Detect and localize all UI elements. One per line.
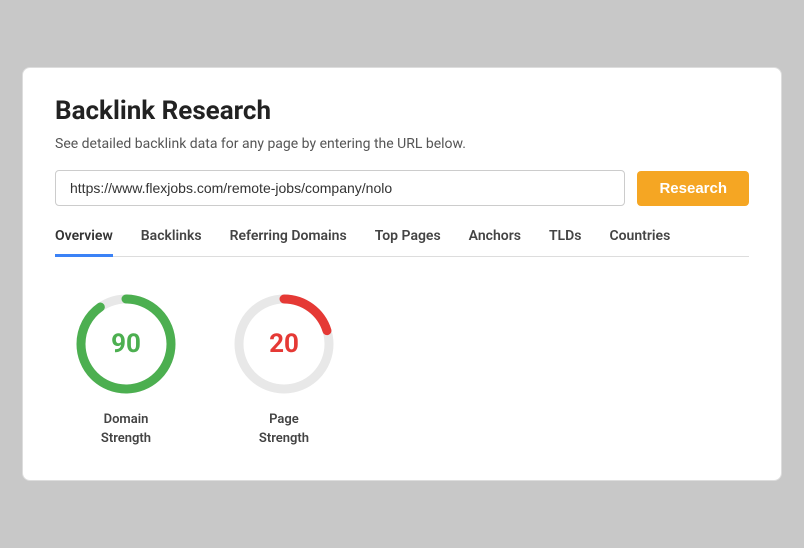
tab-referring-domains[interactable]: Referring Domains bbox=[230, 228, 347, 257]
tab-countries[interactable]: Countries bbox=[609, 228, 670, 257]
tab-top-pages[interactable]: Top Pages bbox=[375, 228, 441, 257]
domain-strength-circle: 90 bbox=[71, 289, 181, 399]
tab-overview[interactable]: Overview bbox=[55, 228, 113, 257]
page-strength-circle: 20 bbox=[229, 289, 339, 399]
page-strength-metric: 20 Page Strength bbox=[229, 289, 339, 447]
tabs-nav: Overview Backlinks Referring Domains Top… bbox=[55, 228, 749, 257]
subtitle: See detailed backlink data for any page … bbox=[55, 136, 749, 152]
page-title: Backlink Research bbox=[55, 96, 749, 126]
tab-anchors[interactable]: Anchors bbox=[469, 228, 521, 257]
url-row: Research bbox=[55, 170, 749, 206]
metrics-row: 90 Domain Strength 20 Page Strength bbox=[55, 289, 749, 447]
domain-strength-metric: 90 Domain Strength bbox=[71, 289, 181, 447]
page-strength-label: Page Strength bbox=[259, 411, 309, 447]
main-card: Backlink Research See detailed backlink … bbox=[22, 67, 782, 480]
domain-strength-label: Domain Strength bbox=[101, 411, 151, 447]
page-strength-value: 20 bbox=[269, 329, 299, 359]
research-button[interactable]: Research bbox=[637, 171, 749, 206]
tab-tlds[interactable]: TLDs bbox=[549, 228, 582, 257]
url-input[interactable] bbox=[55, 170, 625, 206]
tab-backlinks[interactable]: Backlinks bbox=[141, 228, 202, 257]
domain-strength-value: 90 bbox=[111, 329, 141, 359]
